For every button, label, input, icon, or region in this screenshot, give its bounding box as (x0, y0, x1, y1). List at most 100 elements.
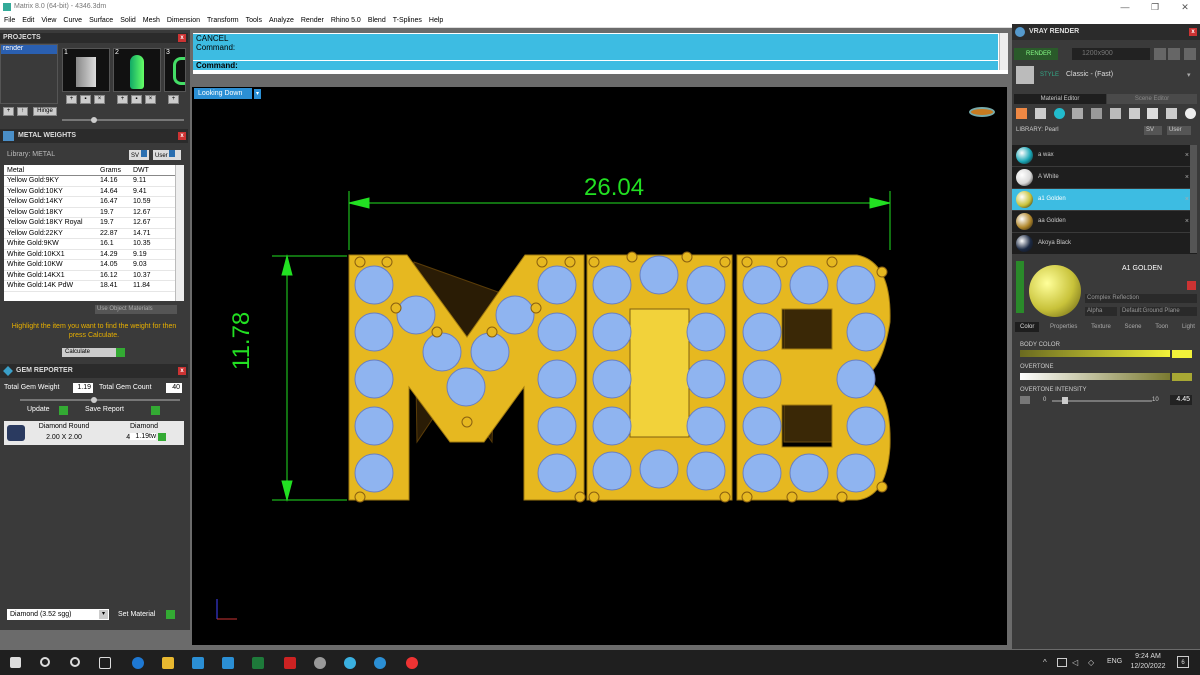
windows-start-icon[interactable] (10, 657, 21, 668)
clock-date[interactable]: 12/20/2022 (1128, 663, 1168, 670)
ring-tool-icon[interactable] (1034, 108, 1046, 119)
menu-file[interactable]: File (4, 14, 15, 27)
menu-transform[interactable]: Transform (207, 14, 239, 27)
tray-display-icon[interactable] (1057, 658, 1067, 667)
chrome-icon[interactable] (406, 657, 418, 669)
menu-analyze[interactable]: Analyze (269, 14, 294, 27)
forward-icon[interactable] (1184, 48, 1196, 60)
network-icon[interactable]: ◇ (1088, 658, 1094, 667)
project-up-icon[interactable]: ↑ (17, 107, 28, 116)
table-row[interactable]: Yellow Gold:9KY 14.16 9.11 (4, 175, 175, 187)
material-item[interactable]: a wax × (1012, 145, 1197, 166)
thumb-slider-track[interactable] (62, 119, 184, 121)
language-indicator[interactable]: ENG (1107, 658, 1122, 665)
app-red-icon[interactable] (284, 657, 296, 669)
metal-weights-close-icon[interactable]: x (178, 132, 186, 140)
excel-icon[interactable] (252, 657, 264, 669)
material-select[interactable]: Diamond (3.52 sgg) (7, 609, 109, 620)
minimize-button[interactable]: — (1110, 0, 1140, 14)
table-row[interactable]: Yellow Gold:22KY 22.87 14.71 (4, 228, 175, 239)
gem-list-row[interactable]: Diamond Round 2.00 X 2.00 Diamond 40 1.1… (4, 421, 184, 445)
render-button[interactable]: RENDER (1014, 48, 1058, 60)
tab-material-editor[interactable]: Material Editor (1014, 94, 1106, 104)
table-row[interactable]: White Gold:10KX1 14.29 9.19 (4, 249, 175, 260)
metal-table-scrollbar[interactable] (175, 165, 184, 301)
intensity-value[interactable]: 4.45 (1170, 395, 1192, 405)
project-thumb-3[interactable]: 3 (164, 48, 186, 92)
body-color-swatch[interactable] (1172, 350, 1192, 358)
thumb-save-icon[interactable]: ▪ (131, 95, 142, 104)
project-add-icon[interactable]: + (3, 107, 14, 116)
table-row[interactable]: White Gold:14K PdW 18.41 11.84 (4, 280, 175, 292)
gem-reporter-close-icon[interactable]: x (178, 367, 186, 375)
sv-button[interactable]: SV (1144, 126, 1162, 135)
save-report-go-icon[interactable] (151, 406, 160, 415)
menu-mesh[interactable]: Mesh (143, 14, 160, 27)
set-material-go-icon[interactable] (166, 610, 175, 619)
menu-rhino[interactable]: Rhino 5.0 (331, 14, 361, 27)
body-color-slider[interactable] (1020, 350, 1170, 357)
cortana-icon[interactable] (70, 657, 80, 667)
use-object-materials-select[interactable]: Use Object Materials (95, 305, 177, 314)
paint-icon[interactable] (1166, 108, 1178, 119)
user-toggle[interactable]: User (153, 150, 181, 160)
menu-curve[interactable]: Curve (63, 14, 82, 27)
menu-tools[interactable]: Tools (246, 14, 262, 27)
rewind-icon[interactable] (1154, 48, 1166, 60)
remove-material-icon[interactable]: × (1185, 145, 1189, 166)
tray-chevron-icon[interactable]: ^ (1043, 658, 1047, 667)
tab-toon[interactable]: Toon (1152, 322, 1171, 332)
calculate-button[interactable]: Calculate (62, 348, 116, 357)
thumb-save-icon[interactable]: ▪ (80, 95, 91, 104)
table-row[interactable]: Yellow Gold:18KY 19.7 12.67 (4, 207, 175, 218)
calculate-go-icon[interactable] (116, 348, 125, 357)
edge-icon[interactable] (132, 657, 144, 669)
gem-tool-icon[interactable] (1053, 108, 1065, 119)
command-scrollbar[interactable] (999, 33, 1008, 70)
thumb-slider-handle[interactable] (91, 117, 97, 123)
material-item[interactable]: A White × (1012, 167, 1197, 188)
save-report-button[interactable]: Save Report (85, 406, 124, 413)
preview-collapse-icon[interactable] (1016, 261, 1024, 313)
chevron-down-icon[interactable]: ▾ (99, 610, 108, 619)
table-row[interactable]: White Gold:14KX1 16.12 10.37 (4, 270, 175, 281)
clock-time[interactable]: 9:24 AM (1130, 653, 1166, 660)
task-view-icon[interactable] (99, 657, 111, 669)
volume-icon[interactable]: ◁ (1072, 658, 1078, 667)
gem-go-icon[interactable] (158, 433, 166, 441)
gem-slider-track[interactable] (20, 399, 180, 401)
tab-properties[interactable]: Properties (1047, 322, 1080, 332)
remove-material-icon[interactable]: × (1185, 211, 1189, 232)
command-input[interactable]: Command: (193, 60, 998, 70)
menu-surface[interactable]: Surface (89, 14, 113, 27)
table-row[interactable]: Yellow Gold:18KY Royal 19.7 12.67 (4, 217, 175, 229)
remove-material-icon[interactable]: × (1185, 189, 1189, 210)
project-thumb-1[interactable]: 1 (62, 48, 110, 92)
copy-icon[interactable] (1128, 108, 1140, 119)
notifications-icon[interactable]: 6 (1177, 656, 1189, 668)
intensity-slider-handle[interactable] (1062, 397, 1068, 404)
zoom-icon[interactable] (374, 657, 386, 669)
set-material-button[interactable]: Set Material (118, 611, 155, 618)
style-chevron-icon[interactable]: ▾ (1187, 71, 1191, 79)
update-go-icon[interactable] (59, 406, 68, 415)
menu-blend[interactable]: Blend (368, 14, 386, 27)
brush-icon[interactable] (1147, 108, 1159, 119)
user-button[interactable]: User (1167, 126, 1191, 135)
grid-icon[interactable] (1072, 108, 1084, 119)
material-item[interactable]: Akoya Black (1012, 233, 1197, 254)
maximize-button[interactable]: ❐ (1140, 0, 1170, 14)
tab-light[interactable]: Light (1179, 322, 1198, 332)
overtone-swatch[interactable] (1172, 373, 1192, 381)
table-row[interactable]: Yellow Gold:14KY 16.47 10.59 (4, 196, 175, 208)
material-item[interactable]: aa Golden × (1012, 211, 1197, 232)
menu-view[interactable]: View (41, 14, 56, 27)
delete-material-icon[interactable] (1187, 281, 1196, 290)
file-explorer-icon[interactable] (162, 657, 174, 669)
resolution-field[interactable]: 1200x900 (1072, 48, 1150, 60)
tab-color[interactable]: Color (1015, 322, 1040, 332)
pattern-icon[interactable] (1109, 108, 1121, 119)
table-row[interactable]: White Gold:10KW 14.05 9.03 (4, 259, 175, 271)
sv-toggle[interactable]: SV (129, 150, 149, 160)
matrix-icon[interactable] (344, 657, 356, 669)
